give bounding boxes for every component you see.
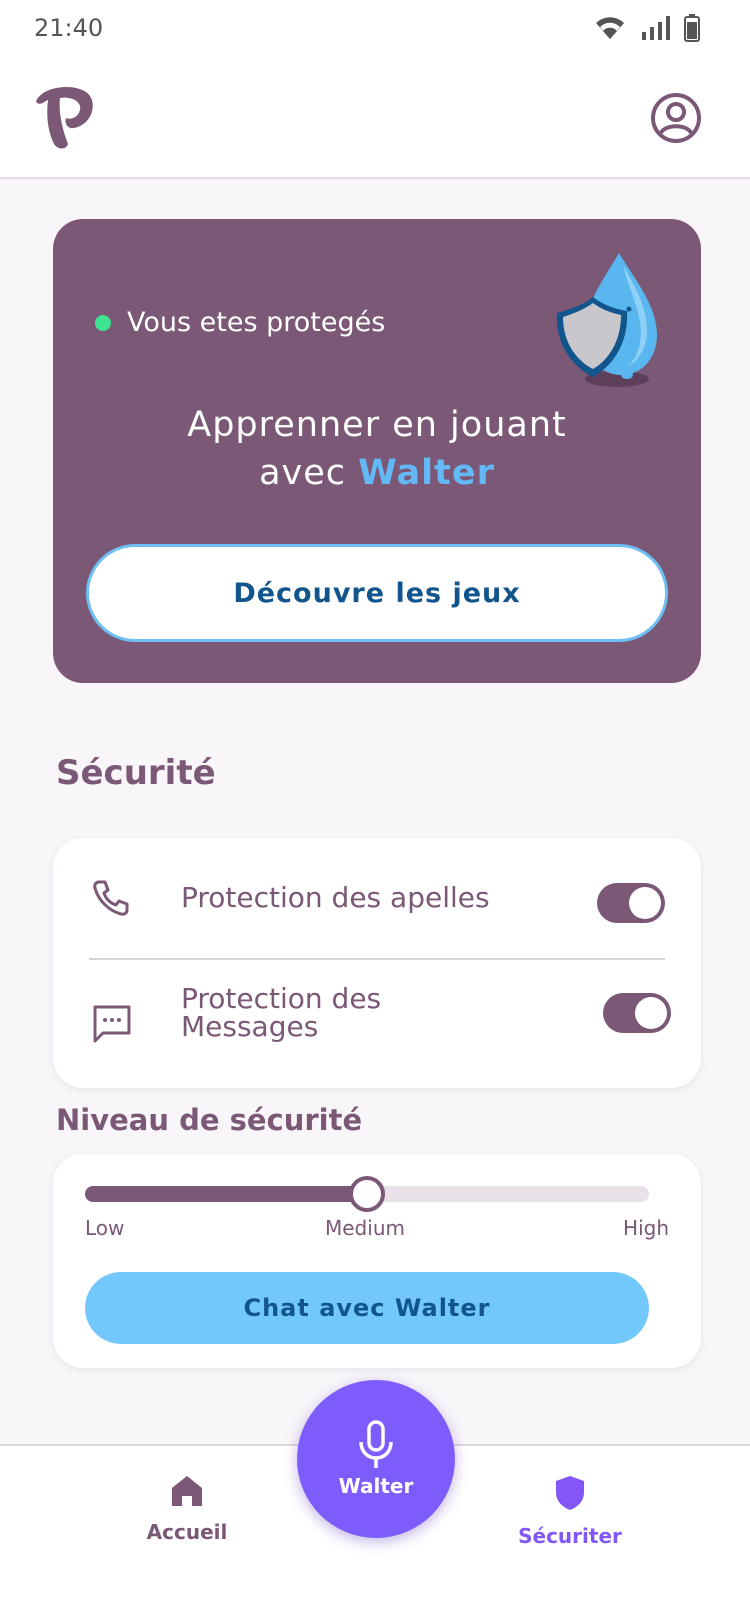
status-dot-icon: [95, 314, 111, 331]
status-time: 21:40: [34, 14, 104, 42]
hero-title-line2: avec Walter: [53, 449, 701, 497]
slider-thumb[interactable]: [349, 1176, 385, 1212]
nav-home[interactable]: Accueil: [107, 1474, 267, 1544]
microphone-icon: [359, 1420, 393, 1468]
home-icon: [172, 1476, 202, 1506]
profile-button[interactable]: [650, 92, 702, 148]
hero-title-prefix: avec: [259, 453, 359, 493]
toggle-knob: [635, 997, 667, 1029]
nav-home-label: Accueil: [146, 1520, 228, 1544]
protection-status: Vous etes protegés: [95, 307, 385, 338]
slider-label-medium: Medium: [325, 1216, 405, 1240]
discover-games-button[interactable]: Découvre les jeux: [86, 544, 668, 642]
message-icon: [91, 1003, 133, 1049]
shield-icon: [556, 1476, 584, 1510]
hero-title: Apprenner en jouant avec Walter: [53, 401, 701, 497]
signal-icon: [642, 16, 670, 40]
phone-icon: [91, 878, 131, 922]
security-section-title: Sécurité: [56, 753, 216, 793]
slider-fill: [85, 1186, 367, 1202]
message-protection-label: Protection des Messages: [181, 982, 382, 1043]
message-protection-toggle[interactable]: [603, 993, 671, 1033]
main-content[interactable]: Vous etes protegés Apprenner en jouant a…: [0, 179, 750, 1444]
status-icons: [594, 14, 700, 42]
wifi-icon: [596, 17, 624, 39]
slider-label-low: Low: [85, 1216, 125, 1240]
message-protection-row[interactable]: Protection des Messages: [53, 959, 701, 1088]
app-header: [0, 60, 750, 179]
protection-status-text: Vous etes protegés: [127, 307, 386, 338]
toggle-knob: [629, 887, 661, 919]
hero-title-line1: Apprenner en jouant: [187, 405, 567, 445]
nav-security-label: Sécuriter: [518, 1524, 622, 1548]
security-card: Protection des apelles Protection des Me…: [53, 838, 701, 1088]
security-level-title: Niveau de sécurité: [56, 1103, 363, 1137]
nav-security[interactable]: Sécuriter: [490, 1474, 650, 1548]
call-protection-toggle[interactable]: [597, 883, 665, 923]
walter-mic-button[interactable]: Walter: [297, 1380, 455, 1538]
walter-mascot-icon: [549, 251, 665, 395]
slider-label-high: High: [623, 1216, 669, 1240]
walter-mic-label: Walter: [338, 1474, 414, 1498]
brand-logo-icon[interactable]: [30, 84, 96, 156]
security-level-card: Low Medium High Chat avec Walter: [53, 1154, 701, 1368]
call-protection-label: Protection des apelles: [181, 881, 490, 914]
call-protection-row[interactable]: Protection des apelles: [53, 838, 701, 959]
user-circle-icon[interactable]: [650, 92, 702, 144]
battery-icon: [684, 14, 700, 42]
security-level-slider[interactable]: [85, 1176, 649, 1212]
hero-title-walter: Walter: [358, 453, 495, 493]
chat-with-walter-button[interactable]: Chat avec Walter: [85, 1272, 649, 1344]
hero-card: Vous etes protegés Apprenner en jouant a…: [53, 219, 701, 683]
status-bar: 21:40: [0, 0, 750, 60]
